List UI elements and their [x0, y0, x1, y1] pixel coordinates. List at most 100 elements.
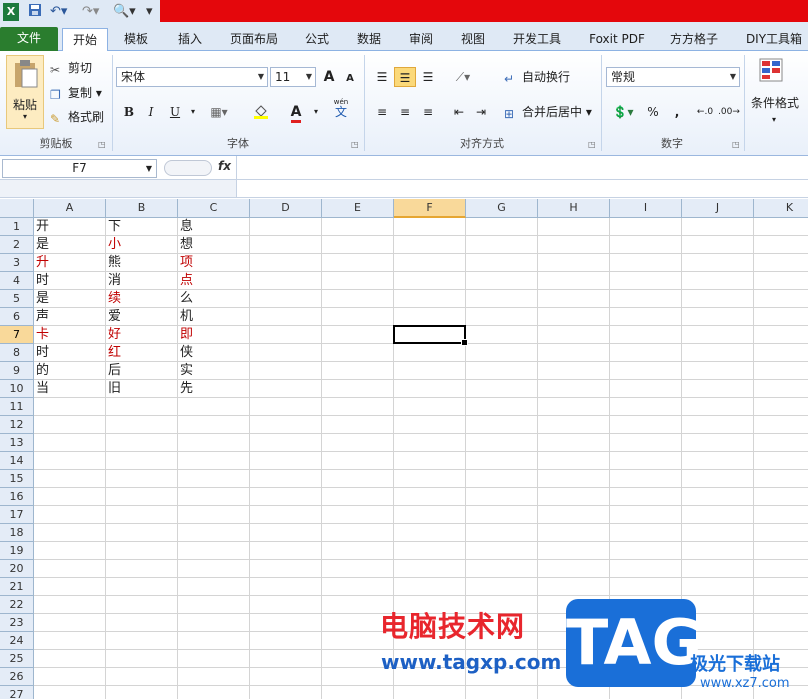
tab-page-layout[interactable]: 页面布局 — [224, 28, 284, 51]
row-header-3[interactable]: 3 — [0, 254, 34, 272]
row-header-11[interactable]: 11 — [0, 398, 34, 416]
row-header-8[interactable]: 8 — [0, 344, 34, 362]
decrease-decimal-icon[interactable]: .00→ — [718, 102, 740, 122]
tab-review[interactable]: 审阅 — [402, 28, 440, 51]
undo-icon[interactable]: ↶▾ — [50, 3, 67, 21]
cell-c7[interactable]: 即 — [178, 326, 250, 344]
insert-function-button[interactable]: fx — [218, 159, 231, 173]
align-right-icon[interactable]: ≡ — [417, 102, 439, 122]
format-painter-button[interactable]: ✎ 格式刷 — [50, 108, 104, 126]
cell-a8[interactable]: 时 — [34, 344, 106, 362]
row-header-18[interactable]: 18 — [0, 524, 34, 542]
column-header-f[interactable]: F — [394, 199, 466, 218]
align-middle-icon[interactable]: ☰ — [394, 67, 416, 87]
tab-diy-toolbox[interactable]: DIY工具箱 — [740, 28, 808, 51]
phonetic-button[interactable]: wén 文 — [328, 98, 354, 118]
tab-home[interactable]: 开始 — [62, 28, 108, 51]
cell-b1[interactable]: 下 — [106, 218, 178, 236]
column-header-j[interactable]: J — [682, 199, 754, 218]
cell-a4[interactable]: 时 — [34, 272, 106, 290]
align-center-icon[interactable]: ≡ — [394, 102, 416, 122]
row-header-19[interactable]: 19 — [0, 542, 34, 560]
wrap-text-button[interactable]: ↵ 自动换行 — [504, 68, 570, 86]
row-header-21[interactable]: 21 — [0, 578, 34, 596]
align-left-icon[interactable]: ≡ — [371, 102, 393, 122]
cell-c2[interactable]: 想 — [178, 236, 250, 254]
cell-a1[interactable]: 开 — [34, 218, 106, 236]
row-header-12[interactable]: 12 — [0, 416, 34, 434]
cell-c4[interactable]: 点 — [178, 272, 250, 290]
row-header-23[interactable]: 23 — [0, 614, 34, 632]
cell-a9[interactable]: 的 — [34, 362, 106, 380]
align-top-icon[interactable]: ☰ — [371, 67, 393, 87]
copy-button[interactable]: ❐ 复制 ▾ — [50, 84, 102, 102]
cell-b2[interactable]: 小 — [106, 236, 178, 254]
shrink-font-button[interactable]: A — [339, 69, 361, 89]
borders-icon[interactable]: ▦▾ — [208, 102, 230, 122]
row-header-20[interactable]: 20 — [0, 560, 34, 578]
cell-c5[interactable]: 么 — [178, 290, 250, 308]
comma-button[interactable]: , — [666, 102, 688, 122]
row-header-14[interactable]: 14 — [0, 452, 34, 470]
column-header-e[interactable]: E — [322, 199, 394, 218]
cell-b7[interactable]: 好 — [106, 326, 178, 344]
row-header-17[interactable]: 17 — [0, 506, 34, 524]
column-header-k[interactable]: K — [754, 199, 808, 218]
save-icon[interactable] — [28, 3, 42, 21]
tab-formulas[interactable]: 公式 — [298, 28, 336, 51]
conditional-format-icon[interactable] — [758, 57, 792, 87]
dialog-launcher-icon[interactable]: ◳ — [732, 140, 740, 149]
column-header-a[interactable]: A — [34, 199, 106, 218]
select-all-corner[interactable] — [0, 199, 34, 218]
cell-c9[interactable]: 实 — [178, 362, 250, 380]
formula-bar-resize-handle[interactable] — [164, 160, 212, 176]
italic-button[interactable]: I — [140, 102, 162, 122]
cell-b3[interactable]: 熊 — [106, 254, 178, 272]
tab-fangfang[interactable]: 方方格子 — [664, 28, 724, 51]
row-header-13[interactable]: 13 — [0, 434, 34, 452]
row-header-2[interactable]: 2 — [0, 236, 34, 254]
dialog-launcher-icon[interactable]: ◳ — [351, 140, 359, 149]
fill-color-icon[interactable] — [250, 102, 272, 122]
cut-button[interactable]: ✂ 剪切 — [50, 59, 92, 77]
find-icon[interactable]: 🔍▾ — [113, 3, 136, 21]
row-header-4[interactable]: 4 — [0, 272, 34, 290]
cell-a5[interactable]: 是 — [34, 290, 106, 308]
row-header-9[interactable]: 9 — [0, 362, 34, 380]
tab-data[interactable]: 数据 — [350, 28, 388, 51]
font-name-combo[interactable]: 宋体 ▼ — [116, 67, 268, 87]
row-header-15[interactable]: 15 — [0, 470, 34, 488]
customize-qat-icon[interactable]: ▾ — [146, 3, 153, 21]
cell-a6[interactable]: 声 — [34, 308, 106, 326]
cell-b10[interactable]: 旧 — [106, 380, 178, 398]
name-box[interactable]: F7 ▼ — [2, 159, 157, 178]
cell-c8[interactable]: 侠 — [178, 344, 250, 362]
chevron-down-icon[interactable]: ▾ — [772, 111, 776, 129]
tab-developer[interactable]: 开发工具 — [506, 28, 568, 51]
dialog-launcher-icon[interactable]: ◳ — [588, 140, 596, 149]
bold-button[interactable]: B — [118, 102, 140, 122]
row-header-5[interactable]: 5 — [0, 290, 34, 308]
cell-a10[interactable]: 当 — [34, 380, 106, 398]
cell-c6[interactable]: 机 — [178, 308, 250, 326]
paste-button[interactable]: 粘贴 ▾ — [6, 55, 44, 129]
percent-button[interactable]: % — [642, 102, 664, 122]
column-header-g[interactable]: G — [466, 199, 538, 218]
row-header-24[interactable]: 24 — [0, 632, 34, 650]
row-header-7[interactable]: 7 — [0, 326, 34, 344]
column-header-h[interactable]: H — [538, 199, 610, 218]
row-header-6[interactable]: 6 — [0, 308, 34, 326]
orientation-icon[interactable]: ⟋▾ — [448, 67, 478, 87]
cell-b5[interactable]: 续 — [106, 290, 178, 308]
column-header-i[interactable]: I — [610, 199, 682, 218]
column-header-d[interactable]: D — [250, 199, 322, 218]
row-header-1[interactable]: 1 — [0, 218, 34, 236]
row-header-27[interactable]: 27 — [0, 686, 34, 699]
grow-font-button[interactable]: A — [318, 67, 340, 87]
redo-icon[interactable]: ↷▾ — [82, 3, 99, 21]
active-cell-f7[interactable] — [393, 325, 468, 346]
cell-b8[interactable]: 红 — [106, 344, 178, 362]
align-bottom-icon[interactable]: ☰ — [417, 67, 439, 87]
column-header-c[interactable]: C — [178, 199, 250, 218]
row-header-22[interactable]: 22 — [0, 596, 34, 614]
